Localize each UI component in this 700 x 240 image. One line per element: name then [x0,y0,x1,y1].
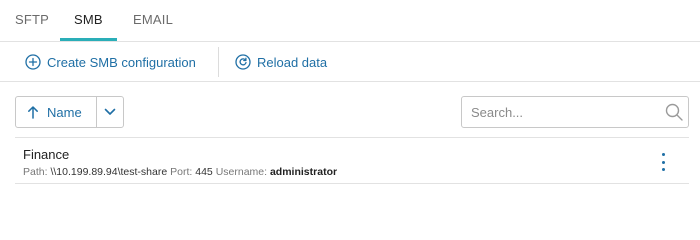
arrow-up-icon [27,105,39,119]
reload-data-label: Reload data [257,54,328,70]
configuration-name: Finance [23,147,70,162]
create-smb-configuration-label: Create SMB configuration [47,54,196,70]
active-tab-indicator [60,38,117,41]
action-bar: Create SMB configuration Reload data [0,42,700,82]
search-icon[interactable] [665,103,683,121]
chevron-down-icon [104,103,116,121]
plus-circle-icon [25,54,41,70]
action-divider [218,47,219,77]
tab-sftp[interactable]: SFTP [15,0,49,41]
tab-smb[interactable]: SMB [74,0,103,41]
port-label: Port: [170,166,193,178]
tab-email[interactable]: EMAIL [133,0,173,41]
reload-data-button[interactable]: Reload data [235,42,327,82]
tab-bar: SFTP SMB EMAIL [0,0,700,42]
sort-by-name-button[interactable]: Name [16,97,97,127]
sort-control: Name [15,96,124,128]
search-input[interactable] [462,97,652,127]
search-box [461,96,689,128]
create-smb-configuration-button[interactable]: Create SMB configuration [25,42,196,82]
list-item[interactable]: Finance Path: \\10.199.89.94\test-share … [15,138,689,184]
username-label: Username: [215,166,268,178]
configuration-details: Path: \\10.199.89.94\test-share Port: 44… [23,166,337,178]
sort-label: Name [47,104,82,120]
path-label: Path: [23,166,48,178]
reload-icon [235,54,251,70]
port-value: 445 [195,166,213,178]
path-value: \\10.199.89.94\test-share [50,166,168,178]
username-value: administrator [269,166,338,178]
more-options-icon[interactable] [657,153,669,171]
sort-dropdown-button[interactable] [97,97,123,127]
